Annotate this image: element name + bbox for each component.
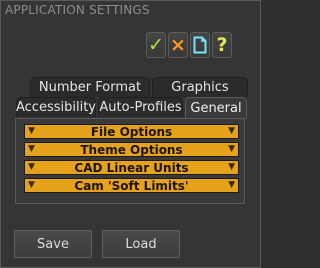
- tab-label: Number Format: [38, 80, 142, 95]
- expand-triangle-icon: ▼: [228, 162, 235, 172]
- tab-label: Accessibility: [16, 100, 96, 115]
- expand-triangle-icon: ▼: [28, 144, 35, 154]
- window-title: APPLICATION SETTINGS: [5, 3, 150, 17]
- section-cad-linear-units[interactable]: ▼ CAD Linear Units ▼: [24, 160, 239, 175]
- expand-triangle-icon: ▼: [228, 180, 235, 190]
- new-file-button[interactable]: [190, 32, 210, 58]
- tab-row-front: Accessibility Auto-Profiles General: [16, 97, 249, 119]
- expand-triangle-icon: ▼: [28, 180, 35, 190]
- tab-graphics[interactable]: Graphics: [152, 77, 248, 97]
- help-icon: ?: [216, 33, 228, 56]
- tab-label: Graphics: [171, 80, 229, 95]
- section-file-options[interactable]: ▼ File Options ▼: [24, 124, 239, 139]
- new-document-icon: [193, 36, 207, 54]
- section-label: Theme Options: [80, 142, 183, 157]
- section-label: File Options: [90, 124, 173, 139]
- tab-general[interactable]: General: [185, 97, 247, 119]
- save-button[interactable]: Save: [14, 230, 92, 258]
- tab-row-back: Number Format Graphics: [30, 77, 250, 97]
- section-label: CAD Linear Units: [74, 160, 189, 175]
- expand-triangle-icon: ▼: [228, 126, 235, 136]
- help-button[interactable]: ?: [212, 32, 232, 58]
- tab-accessibility[interactable]: Accessibility: [16, 97, 96, 117]
- close-icon: ×: [170, 33, 186, 56]
- accept-button[interactable]: ✓: [146, 32, 166, 58]
- general-tab-panel: ▼ File Options ▼ ▼ Theme Options ▼ ▼ CAD…: [15, 118, 245, 204]
- section-theme-options[interactable]: ▼ Theme Options ▼: [24, 142, 239, 157]
- expand-triangle-icon: ▼: [28, 126, 35, 136]
- section-label: Cam 'Soft Limits': [74, 178, 189, 193]
- section-cam-soft-limits[interactable]: ▼ Cam 'Soft Limits' ▼: [24, 178, 239, 193]
- cancel-button[interactable]: ×: [168, 32, 188, 58]
- settings-window: APPLICATION SETTINGS ✓ × ? Number Format…: [0, 0, 261, 268]
- tab-number-format[interactable]: Number Format: [30, 77, 150, 97]
- expand-triangle-icon: ▼: [28, 162, 35, 172]
- toolbar: ✓ × ?: [146, 32, 232, 58]
- load-button[interactable]: Load: [102, 230, 180, 258]
- tab-label: Auto-Profiles: [99, 100, 182, 115]
- checkmark-icon: ✓: [148, 33, 164, 56]
- tab-auto-profiles[interactable]: Auto-Profiles: [98, 97, 183, 117]
- expand-triangle-icon: ▼: [228, 144, 235, 154]
- tab-label: General: [190, 101, 242, 116]
